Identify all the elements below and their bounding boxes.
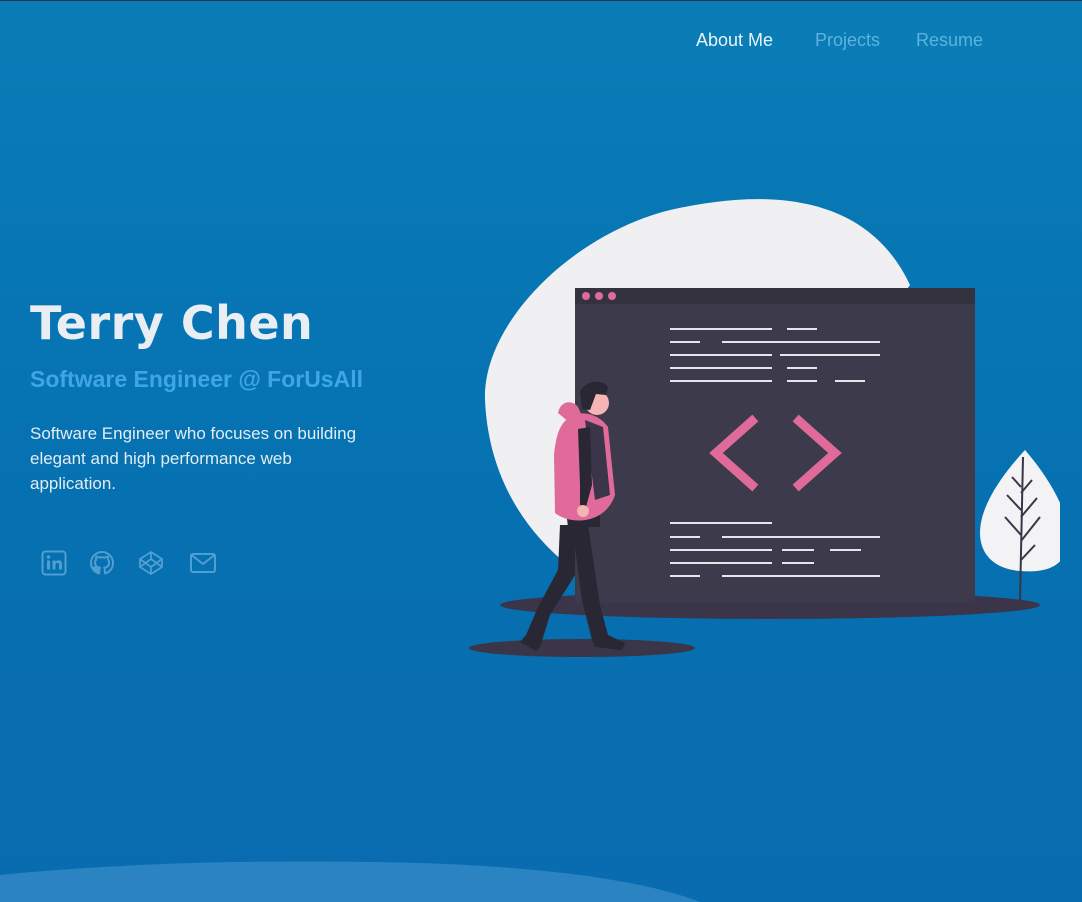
top-border [0,0,1082,1]
coding-illustration [469,199,1060,657]
github-icon[interactable] [88,549,116,577]
code-window [575,288,975,603]
hero-description: Software Engineer who focuses on buildin… [30,424,357,493]
nav-resume[interactable]: Resume [916,30,983,51]
nav-about-me[interactable]: About Me [696,30,773,51]
main-nav: About Me Projects Resume [660,30,1020,58]
codepen-icon[interactable] [137,549,165,577]
hero-name: Terry Chen [30,296,314,350]
window-dot-3 [608,292,616,300]
nav-projects[interactable]: Projects [815,30,880,51]
plant [980,450,1060,601]
person-shadow [469,639,695,657]
window-dot-2 [595,292,603,300]
social-links [40,549,240,579]
window-dot-1 [582,292,590,300]
hero-role: Software Engineer @ ForUsAll [30,366,363,392]
linkedin-icon[interactable] [40,549,68,577]
mail-icon[interactable] [189,549,217,577]
bottom-wave [0,861,700,902]
